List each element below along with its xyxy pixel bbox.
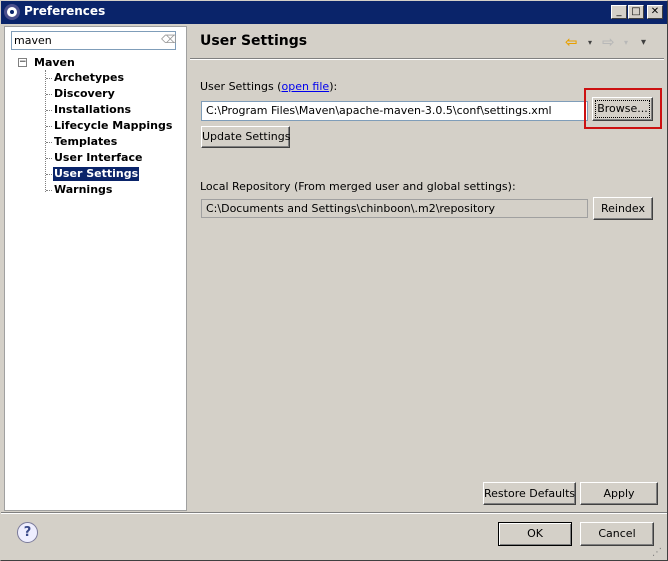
panel-splitter[interactable] xyxy=(187,26,190,511)
header-divider xyxy=(190,58,664,60)
tree-connector xyxy=(46,158,52,159)
tree-item-discovery[interactable]: Discovery xyxy=(53,87,116,101)
tree-item-warnings[interactable]: Warnings xyxy=(53,183,113,197)
back-menu-chevron-icon[interactable]: ▾ xyxy=(588,38,592,47)
view-menu-icon[interactable]: ▾ xyxy=(641,37,646,48)
page-title: User Settings xyxy=(200,33,308,49)
tree-connector xyxy=(46,78,52,79)
user-settings-label-suffix: ): xyxy=(329,80,338,93)
apply-button[interactable]: Apply xyxy=(580,482,658,505)
maximize-button[interactable]: □ xyxy=(628,5,644,19)
tree-item-archetypes[interactable]: Archetypes xyxy=(53,71,125,85)
forward-arrow-icon[interactable]: ⇨ xyxy=(602,33,615,51)
ok-button[interactable]: OK xyxy=(498,522,572,546)
close-button[interactable]: ✕ xyxy=(647,5,663,19)
user-settings-label: User Settings (open file): xyxy=(200,80,337,93)
tree-item-maven[interactable]: Maven xyxy=(34,56,75,69)
filter-box: ⌫ xyxy=(11,31,177,50)
local-repository-path-field: C:\Documents and Settings\chinboon\.m2\r… xyxy=(201,199,588,218)
user-settings-path-field[interactable]: C:\Program Files\Maven\apache-maven-3.0.… xyxy=(201,101,588,121)
cancel-button[interactable]: Cancel xyxy=(580,522,654,546)
tree-item-user-interface[interactable]: User Interface xyxy=(53,151,143,165)
update-settings-button[interactable]: Update Settings xyxy=(201,126,290,148)
open-file-link[interactable]: open file xyxy=(281,80,329,93)
footer-divider xyxy=(0,512,668,514)
clear-filter-icon[interactable]: ⌫ xyxy=(161,34,177,46)
tree-connector xyxy=(46,110,52,111)
user-settings-label-prefix: User Settings ( xyxy=(200,80,282,93)
tree-item-installations[interactable]: Installations xyxy=(53,103,132,117)
tree-connector xyxy=(46,174,52,175)
local-repository-label: Local Repository (From merged user and g… xyxy=(200,180,516,193)
window-title: Preferences xyxy=(24,4,106,18)
reindex-button[interactable]: Reindex xyxy=(593,197,653,220)
tree-item-lifecycle-mappings[interactable]: Lifecycle Mappings xyxy=(53,119,173,133)
restore-defaults-button[interactable]: Restore Defaults xyxy=(483,482,576,505)
tree-connector xyxy=(46,94,52,95)
back-arrow-icon[interactable]: ⇦ xyxy=(565,33,578,51)
tree-connector xyxy=(46,190,52,191)
minimize-button[interactable]: _ xyxy=(611,5,627,19)
resize-grip-icon[interactable]: ⋰ xyxy=(652,546,666,560)
filter-input[interactable] xyxy=(14,33,154,48)
collapse-toggle-icon[interactable]: − xyxy=(18,58,27,67)
tree-connector xyxy=(46,126,52,127)
tree-connector xyxy=(46,142,52,143)
help-icon[interactable]: ? xyxy=(17,522,38,543)
tree-item-templates[interactable]: Templates xyxy=(53,135,118,149)
forward-menu-chevron-icon[interactable]: ▾ xyxy=(624,38,628,47)
tree-item-user-settings[interactable]: User Settings xyxy=(53,167,140,181)
annotation-highlight-box xyxy=(584,88,662,129)
eclipse-app-icon xyxy=(4,4,20,20)
